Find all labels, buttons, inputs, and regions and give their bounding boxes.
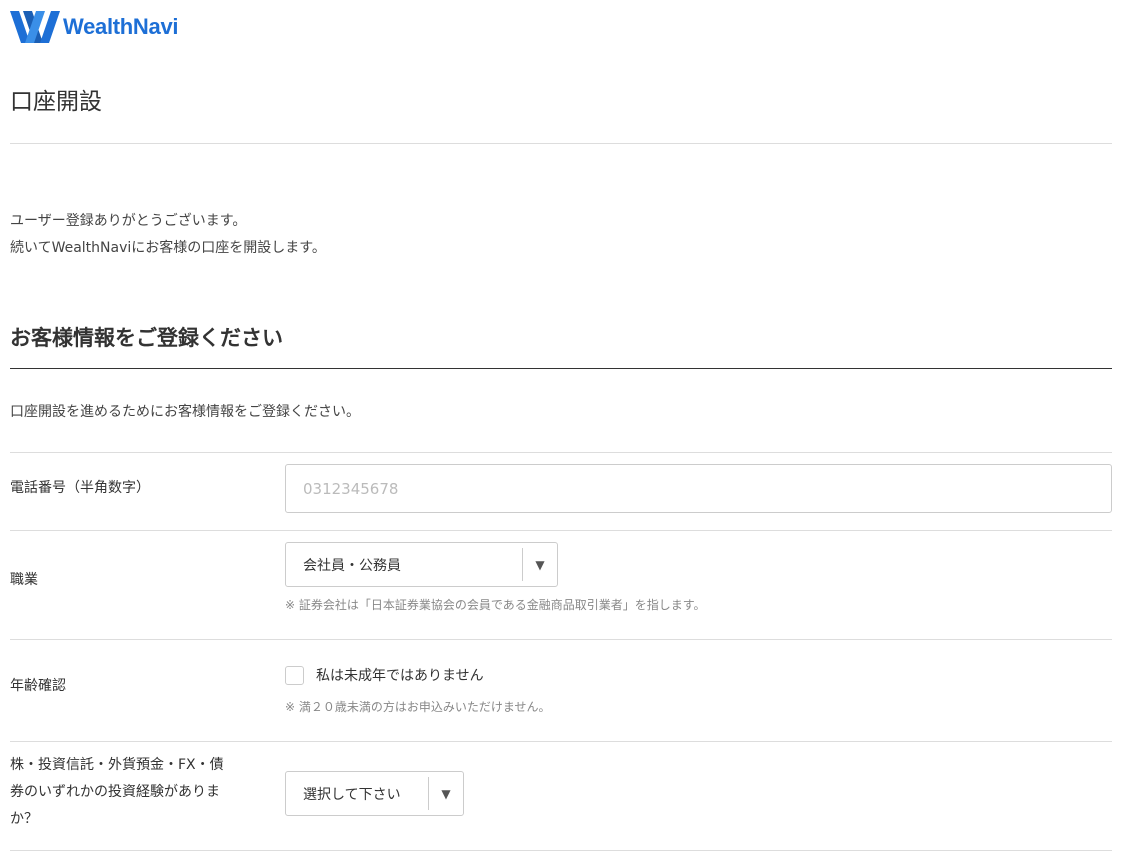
age-checkbox-row[interactable]: 私は未成年ではありません (285, 665, 484, 685)
section-heading: お客様情報をご登録ください (10, 326, 283, 350)
form-divider-experience (10, 850, 1112, 851)
occupation-selected-value: 会社員・公務員 (303, 557, 401, 574)
age-note: ※ 満２０歳未満の方はお申込みいただけません。 (285, 700, 551, 714)
section-lead: 口座開設を進めるためにお客様情報をご登録ください。 (10, 404, 360, 420)
triangle-down-icon: ▼ (535, 557, 545, 572)
form-divider-age (10, 741, 1112, 742)
brand-logo[interactable]: WealthNavi (10, 11, 178, 43)
age-checkbox[interactable] (285, 665, 304, 685)
form-divider-top (10, 452, 1112, 453)
intro-line-2: 続いてWealthNaviにお客様の口座を開設します。 (10, 240, 326, 256)
age-checkbox-label[interactable]: 私は未成年ではありません (316, 665, 484, 685)
phone-input[interactable] (285, 464, 1112, 513)
phone-label: 電話番号（半角数字） (10, 480, 150, 496)
experience-select[interactable]: 選択して下さい ▼ (285, 771, 464, 816)
form-divider-occupation (10, 639, 1112, 640)
experience-label-line-1: 株・投資信託・外貨預金・FX・債 (10, 757, 224, 773)
occupation-label: 職業 (10, 572, 38, 588)
page-title: 口座開設 (10, 89, 102, 115)
triangle-down-icon: ▼ (441, 786, 451, 801)
experience-label-line-3: か？ (10, 811, 38, 827)
form-divider-phone (10, 530, 1112, 531)
age-label: 年齢確認 (10, 678, 66, 694)
wealthnavi-w-logo-icon (10, 11, 60, 43)
experience-label: 株・投資信託・外貨預金・FX・債 券のいずれかの投資経験がありま か？ (10, 752, 224, 833)
section-divider (10, 368, 1112, 369)
experience-selected-value: 選択して下さい (303, 786, 401, 803)
experience-label-line-2: 券のいずれかの投資経験がありま (10, 784, 220, 800)
intro-line-1: ユーザー登録ありがとうございます。 (10, 213, 247, 229)
occupation-note: ※ 証券会社は「日本証券業協会の会員である金融商品取引業者」を指します。 (285, 598, 706, 612)
occupation-select[interactable]: 会社員・公務員 ▼ (285, 542, 558, 587)
title-divider (10, 143, 1112, 144)
brand-name: WealthNavi (63, 14, 179, 39)
